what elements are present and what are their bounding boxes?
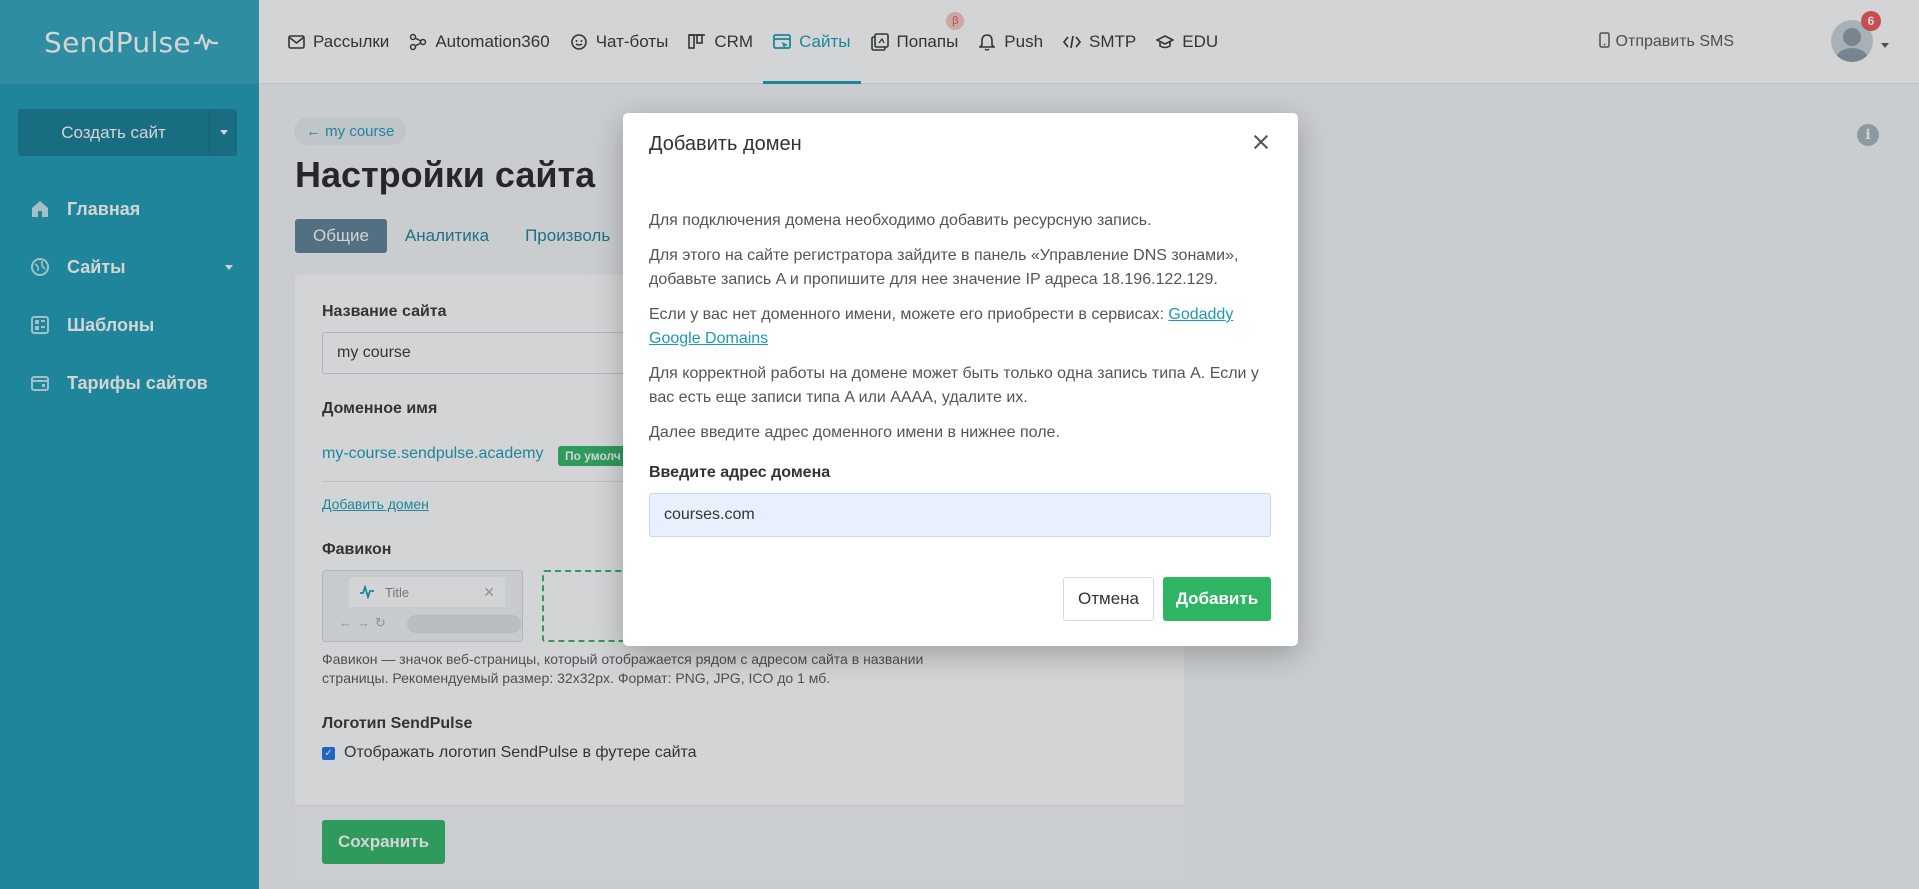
modal-title: Добавить домен [649, 133, 802, 155]
domain-input-label: Введите адрес домена [649, 464, 831, 481]
cancel-button[interactable]: Отмена [1063, 577, 1154, 621]
close-icon[interactable] [1250, 131, 1272, 153]
modal-paragraph-text: Если у вас нет доменного имени, можете е… [649, 306, 1169, 323]
modal-paragraph: Если у вас нет доменного имени, можете е… [649, 303, 1274, 351]
modal-paragraph: Далее введите адрес доменного имени в ни… [649, 424, 1060, 441]
godaddy-link[interactable]: Godaddy [1168, 306, 1233, 323]
modal-paragraph: Для этого на сайте регистратора зайдите … [649, 247, 1239, 288]
modal-paragraph: Для подключения домена необходимо добави… [649, 212, 1152, 229]
add-domain-modal: Добавить домен Для подключения домена не… [623, 113, 1298, 646]
google-domains-link[interactable]: Google Domains [649, 330, 768, 347]
domain-input[interactable] [649, 493, 1271, 537]
add-button[interactable]: Добавить [1163, 577, 1271, 621]
modal-paragraph: Для корректной работы на домене может бы… [649, 365, 1259, 406]
modal-body: Для подключения домена необходимо добави… [649, 209, 1274, 456]
